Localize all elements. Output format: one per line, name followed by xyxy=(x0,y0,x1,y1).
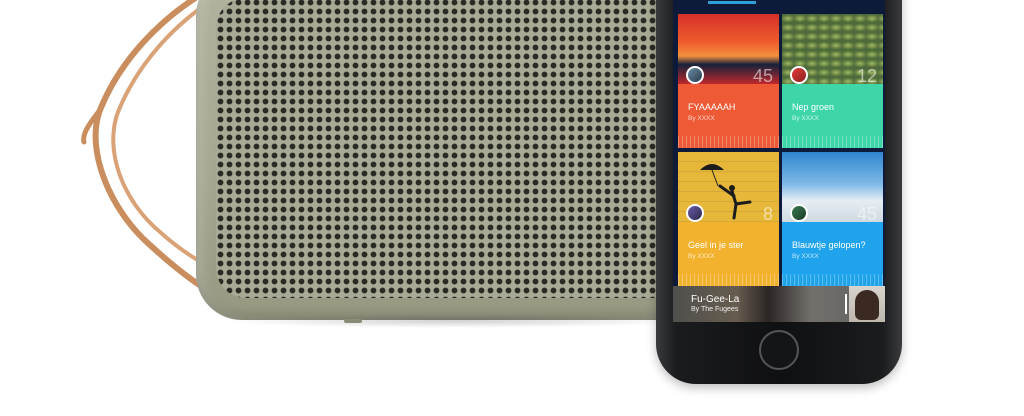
speaker-power-button xyxy=(344,319,362,323)
tile-author: By XXXX xyxy=(792,253,819,260)
speaker-grill xyxy=(216,0,696,298)
tile-waveform xyxy=(678,274,779,286)
playlist-tile[interactable]: 12 Nep groen By XXXX xyxy=(782,14,883,148)
playlist-tile[interactable]: 8 Geel in je ster By XXXX xyxy=(678,152,779,286)
home-button[interactable] xyxy=(759,330,799,370)
phone-screen: 45 FYAAAAAH By XXXX 12 Nep groen By XXXX xyxy=(673,0,885,322)
tile-waveform xyxy=(678,136,779,148)
avatar xyxy=(686,66,704,84)
playlist-tile[interactable]: 45 FYAAAAAH By XXXX xyxy=(678,14,779,148)
tile-title: Geel in je ster xyxy=(688,240,744,250)
phone-device: 45 FYAAAAAH By XXXX 12 Nep groen By XXXX xyxy=(656,0,902,384)
avatar xyxy=(790,204,808,222)
now-playing-artist: By The Fugees xyxy=(691,306,739,313)
tile-track-count: 12 xyxy=(856,66,877,86)
speaker-shadow xyxy=(220,314,690,328)
pause-icon[interactable] xyxy=(845,294,847,314)
avatar xyxy=(790,66,808,84)
tile-author: By XXXX xyxy=(792,115,819,122)
tab-indicator xyxy=(708,1,756,4)
tile-title: Blauwtje gelopen? xyxy=(792,240,866,250)
now-playing-title: Fu-Gee-La xyxy=(691,294,740,305)
tile-track-count: 45 xyxy=(856,204,877,224)
tile-title: Nep groen xyxy=(792,102,835,112)
tile-author: By XXXX xyxy=(688,253,715,260)
product-scene: 45 FYAAAAAH By XXXX 12 Nep groen By XXXX xyxy=(0,0,1024,416)
tile-title: FYAAAAAH xyxy=(688,102,736,112)
now-playing-bar[interactable]: Fu-Gee-La By The Fugees xyxy=(673,286,885,322)
tile-waveform xyxy=(782,136,883,148)
avatar xyxy=(686,204,704,222)
album-art-thumbnail xyxy=(849,286,885,322)
speaker-body xyxy=(196,0,716,320)
playlist-tile[interactable]: 45 Blauwtje gelopen? By XXXX xyxy=(782,152,883,286)
tile-waveform xyxy=(782,274,883,286)
tile-track-count: 45 xyxy=(752,66,773,86)
tile-track-count: 8 xyxy=(762,204,773,224)
artist-portrait xyxy=(855,290,879,320)
tile-author: By XXXX xyxy=(688,115,715,122)
